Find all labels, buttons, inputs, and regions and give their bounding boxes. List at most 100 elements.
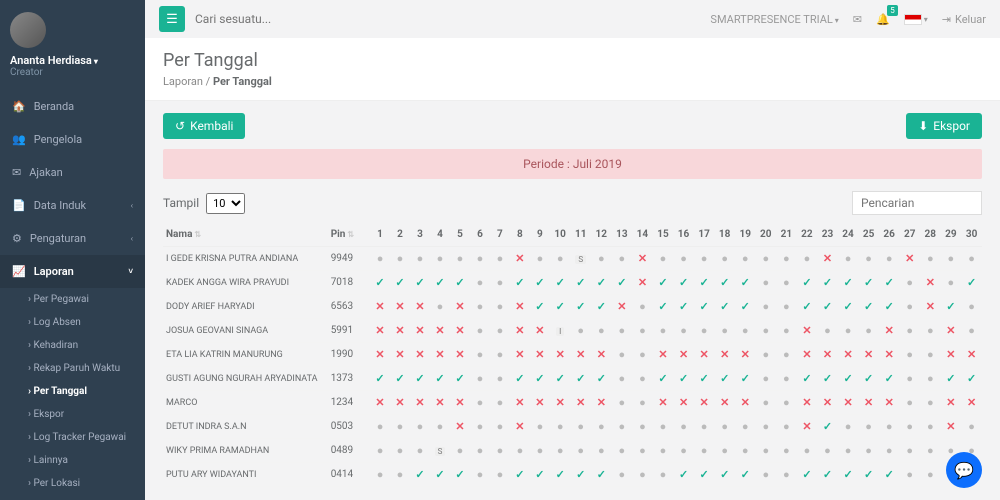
- cell-day[interactable]: ✕: [797, 415, 818, 439]
- bell-icon[interactable]: 🔔5: [876, 13, 890, 26]
- sidebar-sub-per-tanggal[interactable]: › Per Tanggal: [0, 380, 145, 403]
- cell-day[interactable]: ●: [653, 247, 674, 271]
- cell-day[interactable]: ●: [632, 295, 653, 319]
- cell-day[interactable]: ●: [370, 463, 390, 487]
- cell-day[interactable]: ✕: [694, 343, 715, 367]
- cell-day[interactable]: ●: [920, 343, 941, 367]
- cell-day[interactable]: ✓: [735, 367, 756, 391]
- cell-day[interactable]: ✕: [673, 343, 694, 367]
- cell-day[interactable]: ●: [817, 439, 838, 463]
- cell-day[interactable]: ●: [817, 319, 838, 343]
- cell-day[interactable]: ●: [430, 247, 450, 271]
- cell-day[interactable]: ✕: [570, 343, 591, 367]
- sidebar-item-data-induk[interactable]: 📄Data Induk‹: [0, 189, 145, 222]
- cell-day[interactable]: ✕: [510, 319, 530, 343]
- cell-day[interactable]: ●: [776, 463, 797, 487]
- cell-day[interactable]: ●: [776, 415, 797, 439]
- cell-day[interactable]: ✕: [858, 391, 879, 415]
- cell-day[interactable]: ●: [673, 247, 694, 271]
- cell-day[interactable]: ●: [714, 247, 735, 271]
- cell-day[interactable]: ●: [490, 247, 510, 271]
- cell-day[interactable]: ●: [490, 391, 510, 415]
- cell-day[interactable]: ✓: [797, 367, 818, 391]
- cell-day[interactable]: ✓: [694, 295, 715, 319]
- cell-day[interactable]: ✕: [899, 247, 920, 271]
- cell-day[interactable]: ✕: [370, 343, 390, 367]
- cell-day[interactable]: ✕: [370, 295, 390, 319]
- cell-day[interactable]: ✕: [410, 295, 430, 319]
- cell-day[interactable]: ●: [797, 247, 818, 271]
- cell-day[interactable]: ●: [899, 439, 920, 463]
- cell-day[interactable]: ●: [470, 271, 490, 295]
- cell-day[interactable]: ✕: [879, 391, 900, 415]
- cell-day[interactable]: ●: [470, 463, 490, 487]
- cell-day[interactable]: ●: [470, 295, 490, 319]
- profile-name[interactable]: Ananta Herdiasa: [10, 54, 135, 67]
- cell-day[interactable]: ✕: [530, 343, 550, 367]
- cell-day[interactable]: ●: [776, 247, 797, 271]
- cell-day[interactable]: ✓: [510, 463, 530, 487]
- cell-day[interactable]: ●: [941, 247, 962, 271]
- cell-day[interactable]: ✕: [714, 391, 735, 415]
- cell-day[interactable]: ✓: [450, 367, 470, 391]
- cell-day[interactable]: ●: [612, 247, 633, 271]
- cell-day[interactable]: ✓: [570, 271, 591, 295]
- sidebar-sub-ekspor[interactable]: › Ekspor: [0, 403, 145, 426]
- col-day-12[interactable]: 12: [591, 223, 612, 247]
- sidebar-item-pengaturan[interactable]: ⚙Pengaturan‹: [0, 222, 145, 255]
- cell-day[interactable]: ●: [632, 319, 653, 343]
- cell-day[interactable]: ●: [920, 319, 941, 343]
- cell-day[interactable]: ●: [490, 367, 510, 391]
- cell-day[interactable]: ●: [410, 247, 430, 271]
- cell-day[interactable]: ✓: [961, 367, 982, 391]
- cell-day[interactable]: ✓: [410, 463, 430, 487]
- cell-day[interactable]: ✕: [817, 391, 838, 415]
- cell-day[interactable]: ✓: [941, 295, 962, 319]
- cell-day[interactable]: ✓: [735, 271, 756, 295]
- cell-day[interactable]: ●: [632, 463, 653, 487]
- cell-day[interactable]: ●: [756, 367, 777, 391]
- cell-day[interactable]: ●: [430, 415, 450, 439]
- cell-day[interactable]: ✕: [591, 343, 612, 367]
- breadcrumb-root[interactable]: Laporan: [163, 75, 203, 88]
- cell-day[interactable]: ●: [612, 319, 633, 343]
- cell-day[interactable]: ✓: [530, 271, 550, 295]
- cell-day[interactable]: I: [550, 319, 571, 343]
- cell-day[interactable]: ✓: [838, 463, 859, 487]
- cell-day[interactable]: ✕: [879, 343, 900, 367]
- cell-day[interactable]: ✓: [817, 367, 838, 391]
- cell-day[interactable]: ✓: [390, 271, 410, 295]
- cell-day[interactable]: ✓: [550, 271, 571, 295]
- cell-day[interactable]: ✕: [450, 391, 470, 415]
- col-day-6[interactable]: 6: [470, 223, 490, 247]
- sidebar-item-laporan[interactable]: 📈Laporan˅: [0, 255, 145, 288]
- avatar[interactable]: [10, 12, 46, 48]
- cell-day[interactable]: ●: [961, 247, 982, 271]
- cell-day[interactable]: ✕: [961, 391, 982, 415]
- cell-day[interactable]: S: [570, 247, 591, 271]
- cell-day[interactable]: S: [430, 439, 450, 463]
- cell-day[interactable]: ✓: [941, 367, 962, 391]
- cell-day[interactable]: ✓: [570, 295, 591, 319]
- cell-day[interactable]: ●: [756, 295, 777, 319]
- cell-day[interactable]: ●: [735, 415, 756, 439]
- cell-day[interactable]: ✓: [530, 367, 550, 391]
- cell-day[interactable]: ●: [390, 439, 410, 463]
- cell-day[interactable]: ●: [838, 247, 859, 271]
- cell-day[interactable]: ✓: [570, 367, 591, 391]
- cell-day[interactable]: ✓: [591, 367, 612, 391]
- cell-day[interactable]: ●: [797, 439, 818, 463]
- cell-day[interactable]: ✓: [673, 463, 694, 487]
- cell-day[interactable]: ●: [694, 439, 715, 463]
- cell-day[interactable]: ●: [653, 439, 674, 463]
- cell-day[interactable]: ●: [961, 415, 982, 439]
- cell-day[interactable]: ●: [756, 439, 777, 463]
- cell-day[interactable]: ●: [776, 367, 797, 391]
- cell-day[interactable]: ✕: [510, 295, 530, 319]
- cell-day[interactable]: ✓: [450, 463, 470, 487]
- cell-day[interactable]: ✕: [450, 343, 470, 367]
- cell-day[interactable]: ●: [632, 391, 653, 415]
- cell-day[interactable]: ●: [530, 415, 550, 439]
- cell-day[interactable]: ●: [370, 439, 390, 463]
- cell-day[interactable]: ✓: [838, 295, 859, 319]
